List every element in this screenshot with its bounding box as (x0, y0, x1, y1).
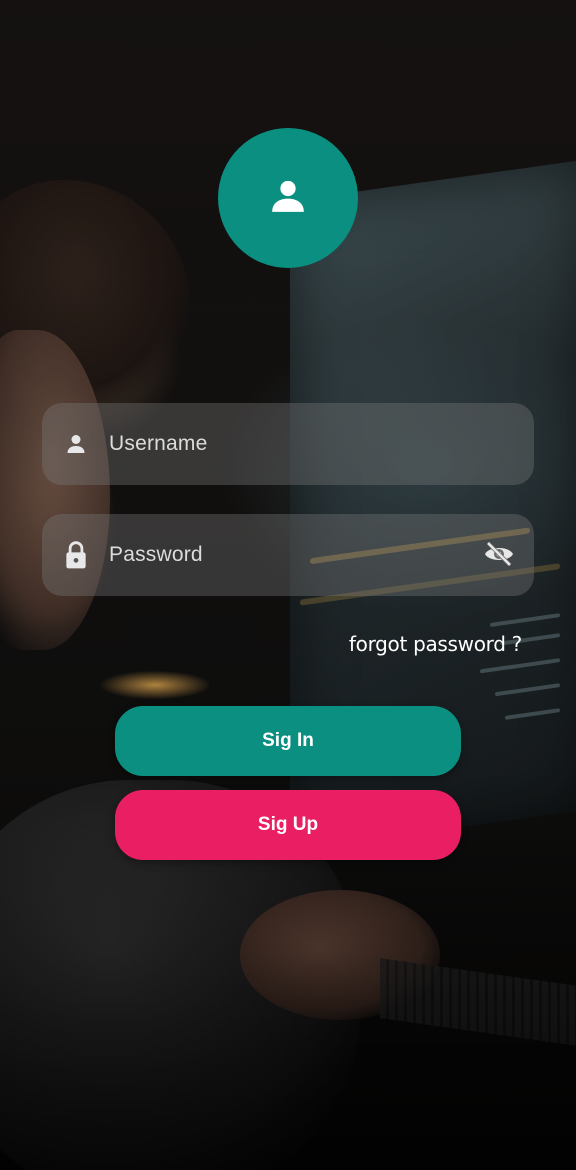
avatar (218, 128, 358, 268)
person-icon (61, 429, 91, 459)
person-icon (268, 176, 308, 221)
username-placeholder: Username (109, 432, 208, 455)
lock-icon (61, 540, 91, 570)
sign-in-button[interactable]: Sig In (115, 706, 461, 776)
sign-up-button[interactable]: Sig Up (115, 790, 461, 860)
password-placeholder: Password (109, 543, 203, 566)
eye-off-icon[interactable] (482, 539, 516, 569)
username-field[interactable]: Username (42, 403, 534, 485)
login-screen: Username Password forgot password ? Sig … (0, 0, 576, 1170)
password-field[interactable]: Password (42, 514, 534, 596)
forgot-password-link[interactable]: forgot password ? (349, 632, 522, 656)
